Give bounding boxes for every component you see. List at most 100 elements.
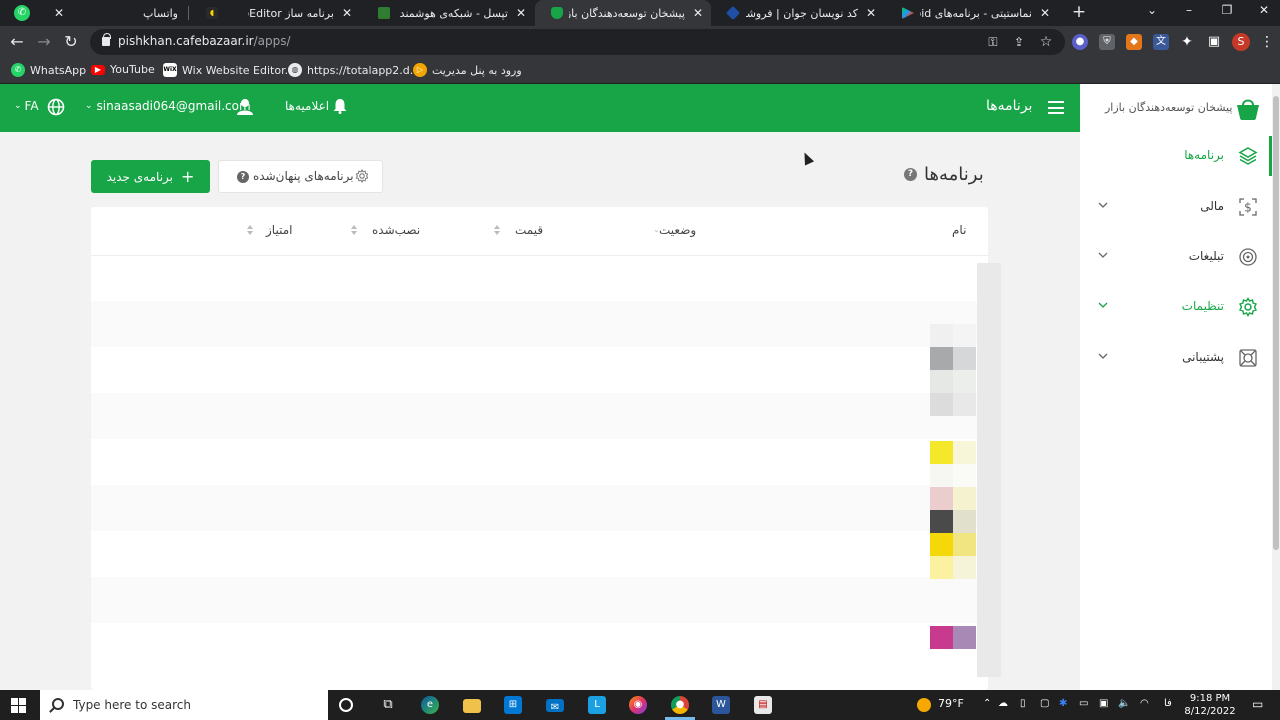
- bookmark-wix[interactable]: WiX Wix Website Editor...: [163, 63, 295, 77]
- task-view-icon[interactable]: ⧉: [379, 696, 397, 714]
- key-icon[interactable]: ⚿: [985, 34, 1001, 50]
- sort-icon[interactable]: [351, 225, 358, 237]
- bell-icon[interactable]: [333, 98, 347, 114]
- store-icon[interactable]: ⊞: [504, 696, 522, 714]
- close-icon[interactable]: ✕: [693, 6, 703, 20]
- device-icon[interactable]: ▯: [1020, 698, 1026, 709]
- tab-appeditor[interactable]: ◖ برنامه ساز AppEditor ✕: [190, 0, 360, 26]
- minimize-button[interactable]: –: [1179, 3, 1199, 17]
- bluetooth-icon[interactable]: ✱: [1059, 698, 1067, 709]
- notifications-link[interactable]: اعلامیه‌ها: [285, 99, 329, 113]
- whatsapp-tab-icon[interactable]: ✆: [14, 5, 30, 21]
- tab-bazaar-active[interactable]: پیشخان توسعه‌دهندگان بازار ✕: [535, 0, 711, 26]
- sidebar-item-ads[interactable]: تبلیغات: [1080, 237, 1272, 277]
- column-rating[interactable]: امتیاز: [266, 223, 292, 237]
- table-row[interactable]: [91, 577, 977, 623]
- sort-icon[interactable]: [247, 225, 254, 237]
- omnibox[interactable]: pishkhan.cafebazaar.ir/apps/ ⚿ ⇪ ☆: [90, 29, 1065, 55]
- app-thumbnail[interactable]: [930, 370, 976, 416]
- new-tab-button[interactable]: +: [1070, 3, 1088, 21]
- table-row[interactable]: [91, 485, 977, 531]
- file-explorer-icon[interactable]: [463, 699, 481, 713]
- profile-avatar[interactable]: S: [1232, 33, 1250, 51]
- help-icon[interactable]: ?: [237, 171, 249, 183]
- back-button[interactable]: ←: [7, 33, 27, 51]
- bazaar-logo-icon[interactable]: [1236, 96, 1260, 120]
- close-icon[interactable]: ✕: [1040, 6, 1050, 20]
- language-selector[interactable]: ⌄ FA: [14, 99, 39, 113]
- column-name[interactable]: نام: [952, 223, 966, 237]
- network-status-icon[interactable]: ☁: [998, 698, 1008, 709]
- star-icon[interactable]: ☆: [1038, 34, 1054, 50]
- word-icon[interactable]: W: [712, 696, 730, 714]
- close-icon[interactable]: ✕: [516, 6, 526, 20]
- table-row[interactable]: [91, 623, 977, 669]
- forward-button[interactable]: →: [34, 33, 54, 51]
- close-window-button[interactable]: ✕: [1254, 3, 1274, 17]
- taskbar-search[interactable]: Type here to search: [40, 690, 328, 720]
- notification-center-icon[interactable]: ▭: [1252, 697, 1263, 711]
- bookmark-admin-panel[interactable]: ▷ ورود به پنل مدیریت: [413, 63, 522, 77]
- sidebar-item-apps[interactable]: برنامه‌ها: [1080, 136, 1272, 176]
- app-tray-icon[interactable]: ▢: [1040, 698, 1049, 709]
- tab-kodnevisan[interactable]: کد نویسان جوان | فروشگاه س ✕: [712, 0, 884, 26]
- sidebar-item-settings[interactable]: تنظیمات: [1080, 287, 1272, 327]
- account-menu[interactable]: ⌄ sinaasadi064@gmail.com: [85, 99, 251, 113]
- temperature-label[interactable]: 79°F: [938, 697, 964, 710]
- help-icon[interactable]: ?: [904, 168, 917, 181]
- bookmark-totalapp[interactable]: ◍ https://totalapp2.d...: [288, 63, 420, 77]
- chevron-up-icon[interactable]: ⌃: [983, 698, 991, 709]
- cortana-icon[interactable]: [339, 698, 353, 712]
- table-row[interactable]: [91, 393, 977, 439]
- hamburger-menu-icon[interactable]: [1048, 101, 1064, 114]
- app-thumbnail[interactable]: [930, 626, 976, 649]
- sidebar-item-finance[interactable]: $ مالی: [1080, 187, 1272, 227]
- close-icon[interactable]: ✕: [342, 6, 352, 20]
- hidden-apps-button[interactable]: ? برنامه‌های پنهان‌شده: [218, 160, 383, 193]
- tab-tapsell[interactable]: تپسل - شبکه‌ی هوشمند و هد ✕: [362, 0, 534, 26]
- tab-search-icon[interactable]: ⌄: [1142, 3, 1162, 17]
- translate-extension-icon[interactable]: 文: [1153, 34, 1169, 50]
- column-status[interactable]: وضعیت: [659, 223, 696, 237]
- sidepanel-icon[interactable]: ▣: [1206, 34, 1222, 50]
- reload-button[interactable]: ↻: [61, 33, 81, 51]
- sort-icon[interactable]: [494, 225, 501, 237]
- pdf-app-icon[interactable]: ▤: [754, 696, 772, 714]
- battery-icon[interactable]: ▭: [1079, 698, 1088, 709]
- table-row[interactable]: [91, 531, 977, 577]
- app-l-icon[interactable]: L: [588, 696, 606, 714]
- column-installs[interactable]: نصب‌شده: [372, 223, 420, 237]
- bookmark-whatsapp[interactable]: ✆ WhatsApp: [11, 63, 86, 77]
- column-price[interactable]: قیمت: [515, 223, 543, 237]
- lock-icon[interactable]: [102, 33, 111, 46]
- new-app-button[interactable]: + برنامه‌ی جدید: [91, 160, 210, 193]
- app-thumbnail[interactable]: [930, 441, 976, 487]
- table-row[interactable]: [91, 439, 977, 485]
- meet-now-icon[interactable]: ▣: [1099, 698, 1108, 709]
- table-scrollbar[interactable]: [977, 263, 1001, 677]
- share-icon[interactable]: ⇪: [1011, 34, 1027, 50]
- table-row[interactable]: [91, 301, 977, 347]
- app-thumbnail[interactable]: [930, 533, 976, 579]
- puzzle-icon[interactable]: ✦: [1179, 34, 1195, 50]
- system-clock[interactable]: 9:18 PM 8/12/2022: [1184, 692, 1236, 718]
- tab-whatsapp[interactable]: ✕ واتساپ: [46, 0, 186, 26]
- globe-icon[interactable]: [47, 98, 65, 116]
- shield-extension-icon[interactable]: ⛨: [1099, 34, 1115, 50]
- tab-play[interactable]: نماستیتی - برنامه‌های Android ✕: [886, 0, 1058, 26]
- chrome-icon[interactable]: ●: [671, 696, 689, 714]
- windows-start-icon[interactable]: [11, 698, 26, 713]
- edge-icon[interactable]: e: [421, 696, 439, 714]
- app-thumbnail[interactable]: [930, 324, 976, 370]
- table-row[interactable]: [91, 347, 977, 393]
- mail-icon[interactable]: ✉: [546, 699, 564, 713]
- weather-icon[interactable]: [917, 698, 931, 712]
- app-thumbnail[interactable]: [930, 487, 976, 533]
- page-scrollbar-thumb[interactable]: [1273, 96, 1279, 550]
- close-icon[interactable]: ✕: [54, 6, 64, 20]
- firefox-icon[interactable]: ◉: [629, 696, 647, 714]
- restore-button[interactable]: ❐: [1217, 3, 1237, 17]
- input-language[interactable]: فا: [1164, 698, 1172, 709]
- volume-icon[interactable]: 🔈: [1118, 698, 1130, 709]
- extension-icon[interactable]: ●: [1072, 34, 1088, 50]
